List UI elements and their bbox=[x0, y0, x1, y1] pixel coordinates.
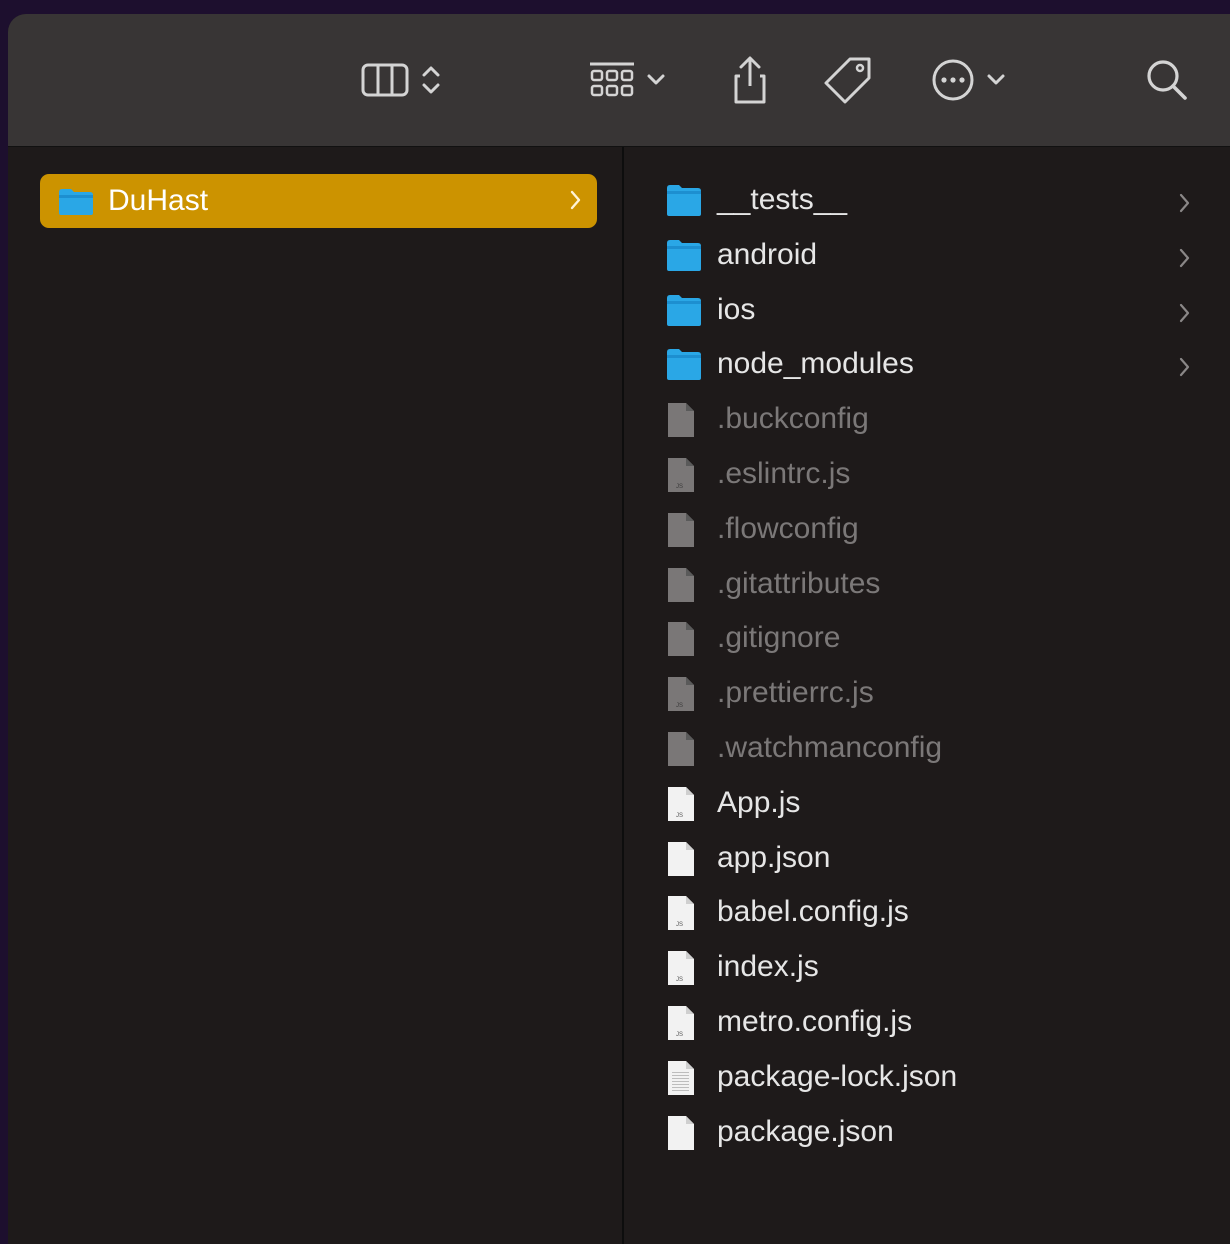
file-row[interactable]: package-lock.json bbox=[624, 1050, 1224, 1104]
item-label: App.js bbox=[717, 785, 801, 819]
file-row[interactable]: JS .eslintrc.js bbox=[624, 447, 1224, 501]
share-icon bbox=[728, 54, 772, 106]
chevron-right-icon bbox=[1178, 355, 1192, 384]
more-button[interactable] bbox=[930, 52, 1006, 108]
item-label: __tests__ bbox=[717, 183, 848, 216]
js-file-icon: JS bbox=[666, 676, 696, 717]
chevron-right-icon bbox=[1178, 301, 1192, 330]
file-row[interactable]: .buckconfig bbox=[624, 392, 1224, 446]
folder-icon bbox=[666, 238, 702, 277]
item-label: .prettierrc.js bbox=[717, 676, 874, 710]
svg-text:JS: JS bbox=[676, 922, 683, 928]
file-icon bbox=[666, 1115, 696, 1156]
file-icon bbox=[666, 841, 696, 882]
folder-row-selected[interactable]: DuHast bbox=[40, 174, 597, 228]
js-file-icon: JS bbox=[666, 457, 696, 498]
svg-text:JS: JS bbox=[676, 703, 683, 709]
browser-columns: DuHast __tests__android ios node_modules .b… bbox=[8, 147, 1230, 1244]
file-icon bbox=[666, 567, 696, 608]
file-row[interactable]: .flowconfig bbox=[624, 502, 1224, 556]
chevron-down-icon bbox=[646, 72, 666, 88]
item-label: .eslintrc.js bbox=[717, 457, 851, 490]
chevron-right-icon bbox=[1178, 191, 1192, 220]
file-row[interactable]: app.json bbox=[624, 831, 1224, 885]
search-icon bbox=[1144, 57, 1190, 103]
file-icon bbox=[666, 731, 696, 772]
toolbar bbox=[8, 14, 1230, 147]
file-row[interactable]: JS App.js bbox=[624, 776, 1224, 830]
updown-chevron-icon bbox=[420, 62, 442, 98]
ellipsis-icon bbox=[930, 57, 976, 103]
js-file-icon: JS bbox=[666, 950, 696, 991]
file-row[interactable]: package.json bbox=[624, 1105, 1224, 1159]
item-label: node_modules bbox=[717, 347, 914, 381]
tag-button[interactable] bbox=[822, 52, 874, 108]
grid-icon bbox=[588, 60, 636, 100]
tag-icon bbox=[822, 54, 874, 106]
js-file-icon: JS bbox=[666, 895, 696, 936]
search-button[interactable] bbox=[1144, 52, 1190, 108]
folder-row[interactable]: ios bbox=[624, 283, 1224, 337]
file-row[interactable]: .gitattributes bbox=[624, 557, 1224, 611]
file-row[interactable]: .gitignore bbox=[624, 611, 1224, 665]
file-row[interactable]: JS metro.config.js bbox=[624, 995, 1224, 1049]
item-label: package-lock.json bbox=[717, 1059, 958, 1093]
share-button[interactable] bbox=[728, 52, 772, 108]
file-icon bbox=[666, 402, 696, 443]
item-label: .buckconfig bbox=[717, 402, 869, 436]
file-row[interactable]: .watchmanconfig bbox=[624, 721, 1224, 775]
item-label: package.json bbox=[717, 1114, 894, 1148]
file-icon bbox=[666, 621, 696, 662]
chevron-down-icon bbox=[986, 72, 1006, 88]
column-2[interactable]: __tests__android ios node_modules .buckconf… bbox=[624, 147, 1230, 1244]
columns-icon bbox=[360, 60, 410, 100]
folder-row[interactable]: android bbox=[624, 228, 1224, 282]
chevron-right-icon bbox=[1178, 246, 1192, 275]
folder-icon bbox=[666, 183, 702, 222]
svg-text:JS: JS bbox=[676, 813, 683, 819]
item-label: babel.config.js bbox=[717, 895, 909, 929]
item-label: .gitignore bbox=[717, 621, 841, 655]
folder-icon bbox=[58, 188, 94, 221]
file-row[interactable]: JS index.js bbox=[624, 940, 1224, 994]
item-label: app.json bbox=[717, 840, 831, 874]
svg-text:JS: JS bbox=[676, 484, 683, 490]
item-label: .flowconfig bbox=[717, 511, 859, 545]
folder-row[interactable]: __tests__ bbox=[624, 173, 1224, 227]
item-label: .watchmanconfig bbox=[717, 731, 943, 764]
folder-row[interactable]: node_modules bbox=[624, 337, 1224, 391]
svg-text:JS: JS bbox=[676, 1032, 683, 1038]
folder-label: DuHast bbox=[108, 184, 209, 217]
item-label: ios bbox=[717, 292, 756, 326]
column-1[interactable]: DuHast bbox=[8, 147, 624, 1244]
file-icon bbox=[666, 512, 696, 553]
item-label: index.js bbox=[717, 950, 819, 984]
file-row[interactable]: JS babel.config.js bbox=[624, 885, 1224, 939]
text-file-icon bbox=[666, 1060, 696, 1101]
svg-text:JS: JS bbox=[676, 977, 683, 983]
item-label: metro.config.js bbox=[717, 1005, 913, 1038]
column-view-button[interactable] bbox=[360, 52, 442, 108]
js-file-icon: JS bbox=[666, 786, 696, 827]
js-file-icon: JS bbox=[666, 1005, 696, 1046]
item-label: android bbox=[717, 237, 818, 271]
folder-icon bbox=[666, 293, 702, 332]
finder-window: DuHast __tests__android ios node_modules .b… bbox=[8, 14, 1230, 1244]
chevron-right-icon bbox=[569, 188, 583, 217]
group-button[interactable] bbox=[588, 52, 666, 108]
item-label: .gitattributes bbox=[717, 566, 881, 600]
file-row[interactable]: JS .prettierrc.js bbox=[624, 666, 1224, 720]
folder-icon bbox=[666, 347, 702, 386]
